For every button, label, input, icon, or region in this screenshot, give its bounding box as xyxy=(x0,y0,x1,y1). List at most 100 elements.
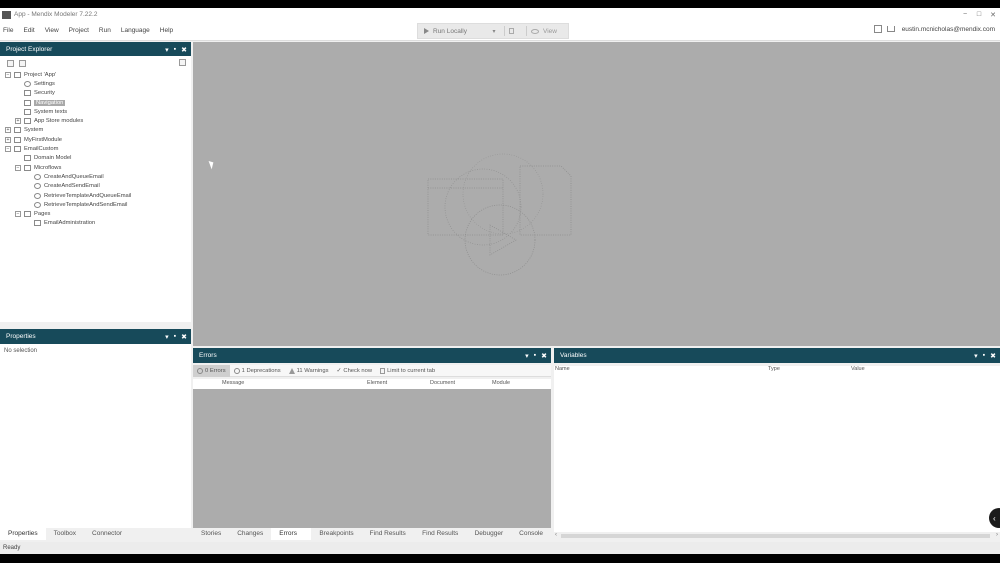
left-dock-tabs: Properties Toolbox Connector xyxy=(0,528,191,540)
tab-connector[interactable]: Connector xyxy=(84,528,130,540)
store-icon xyxy=(24,118,31,125)
column-type[interactable]: Type xyxy=(768,366,780,372)
collapse-icon[interactable]: − xyxy=(5,146,11,153)
scroll-left-icon[interactable]: ‹ xyxy=(555,532,557,538)
tree-item[interactable]: RetrieveTemplateAndSendEmail xyxy=(0,200,191,209)
float-icon[interactable]: ▪ xyxy=(534,352,536,359)
errors-filter-button[interactable]: 0 Errors xyxy=(193,364,230,377)
tab-changes[interactable]: Changes xyxy=(229,528,271,540)
tab-stories[interactable]: Stories xyxy=(193,528,229,540)
tab-debugger[interactable]: Debugger xyxy=(467,528,512,540)
eye-icon xyxy=(531,28,539,34)
menu-help[interactable]: Help xyxy=(160,27,173,34)
module-icon xyxy=(14,136,21,143)
expand-icon[interactable]: + xyxy=(5,127,11,134)
error-icon xyxy=(197,367,203,374)
stop-icon[interactable] xyxy=(509,28,514,34)
menu-project[interactable]: Project xyxy=(69,27,89,34)
collapse-icon[interactable]: − xyxy=(15,211,21,218)
float-icon[interactable]: ▪ xyxy=(174,333,176,340)
menu-file[interactable]: File xyxy=(3,27,13,34)
float-icon[interactable]: ▪ xyxy=(983,352,985,359)
column-element[interactable]: Element xyxy=(367,380,387,386)
tree-item[interactable]: + App Store modules xyxy=(0,116,191,125)
pin-menu-icon[interactable]: ▾ xyxy=(525,352,529,360)
column-module[interactable]: Module xyxy=(492,380,510,386)
filter-icon[interactable] xyxy=(179,59,186,66)
tree-item[interactable]: System texts xyxy=(0,107,191,116)
float-icon[interactable]: ▪ xyxy=(174,46,176,53)
expand-icon[interactable]: + xyxy=(5,136,11,143)
tree-item-label: Navigation xyxy=(34,99,66,106)
editor-area[interactable] xyxy=(193,42,1000,346)
close-panel-icon[interactable]: ✖ xyxy=(541,352,547,360)
tree-item-label: CreateAndSendEmail xyxy=(44,183,100,190)
tree-item[interactable]: − EmailCustom xyxy=(0,144,191,153)
tab-breakpoints[interactable]: Breakpoints xyxy=(311,528,361,540)
tree-item[interactable]: − Microflows xyxy=(0,163,191,172)
check-now-button[interactable]: ✓ Check now xyxy=(333,365,377,377)
tree-item-label: Domain Model xyxy=(34,155,72,162)
run-locally-button[interactable]: Run Locally xyxy=(418,28,488,35)
tab-console[interactable]: Console xyxy=(511,528,551,540)
scrollbar-thumb[interactable] xyxy=(561,534,990,538)
tree-item[interactable]: + MyFirstModule xyxy=(0,135,191,144)
close-panel-icon[interactable]: ✖ xyxy=(181,333,187,341)
tree-item[interactable]: Domain Model xyxy=(0,154,191,163)
close-panel-icon[interactable]: ✖ xyxy=(990,352,996,360)
pin-menu-icon[interactable]: ▾ xyxy=(165,333,169,341)
expand-icon[interactable]: + xyxy=(15,118,21,125)
tab-toolbox[interactable]: Toolbox xyxy=(46,528,84,540)
collapse-icon[interactable]: − xyxy=(15,164,21,171)
warnings-filter-button[interactable]: 11 Warnings xyxy=(285,365,333,377)
account-email[interactable]: eustin.mcnicholas@mendix.com xyxy=(902,26,995,33)
expand-all-icon[interactable] xyxy=(7,59,14,67)
bottom-dock-tabs: Stories Changes Errors (0) Breakpoints F… xyxy=(193,528,551,549)
menu-run[interactable]: Run xyxy=(99,27,111,34)
microflow-icon xyxy=(34,192,41,199)
tree-item[interactable]: Settings xyxy=(0,79,191,88)
collapse-all-icon[interactable] xyxy=(19,59,26,67)
copy-icon[interactable] xyxy=(873,25,882,33)
checkmark-icon: ✓ xyxy=(336,367,342,374)
view-app-button[interactable]: View xyxy=(531,28,557,35)
column-value[interactable]: Value xyxy=(851,366,865,372)
column-message[interactable]: Message xyxy=(222,380,244,386)
collapse-icon[interactable]: − xyxy=(5,71,11,78)
tab-find-results-2[interactable]: Find Results 2 xyxy=(414,528,466,549)
menu-language[interactable]: Language xyxy=(121,27,150,34)
close-panel-icon[interactable]: ✖ xyxy=(181,46,187,54)
tree-item[interactable]: Security xyxy=(0,89,191,98)
limit-to-tab-toggle[interactable]: Limit to current tab xyxy=(376,365,439,377)
scroll-right-icon[interactable]: › xyxy=(996,532,998,538)
deprecations-filter-button[interactable]: 1 Deprecations xyxy=(230,365,285,377)
tree-item[interactable]: RetrieveTemplateAndQueueEmail xyxy=(0,191,191,200)
tree-item[interactable]: EmailAdministration xyxy=(0,219,191,228)
tab-find-results-1[interactable]: Find Results 1 xyxy=(362,528,414,549)
cart-icon[interactable] xyxy=(886,26,895,32)
status-text: Ready xyxy=(3,545,21,551)
tab-errors[interactable]: Errors (0) xyxy=(271,528,312,549)
pin-menu-icon[interactable]: ▾ xyxy=(165,46,169,54)
tree-item-label: RetrieveTemplateAndQueueEmail xyxy=(44,192,132,199)
column-document[interactable]: Document xyxy=(430,380,455,386)
variables-header: Variables ▾ ▪ ✖ xyxy=(554,348,1000,363)
close-window-button[interactable]: ✕ xyxy=(986,8,1000,21)
tree-item-label: Microflows xyxy=(34,164,62,171)
tree-item-label: App Store modules xyxy=(34,118,84,125)
variables-horizontal-scrollbar[interactable]: ‹ › xyxy=(554,532,1000,540)
tree-item[interactable]: − Project 'App' xyxy=(0,70,191,79)
tab-properties[interactable]: Properties xyxy=(0,528,46,540)
menu-edit[interactable]: Edit xyxy=(23,27,34,34)
column-name[interactable]: Name xyxy=(555,366,570,372)
tree-item[interactable]: CreateAndSendEmail xyxy=(0,182,191,191)
tree-item[interactable]: − Pages xyxy=(0,209,191,218)
menu-view[interactable]: View xyxy=(45,27,59,34)
chevron-down-icon[interactable]: ▾ xyxy=(488,28,500,35)
tree-item[interactable]: Navigation xyxy=(0,98,191,107)
tree-item[interactable]: CreateAndQueueEmail xyxy=(0,172,191,181)
maximize-button[interactable]: □ xyxy=(972,8,986,21)
minimize-button[interactable]: − xyxy=(958,8,972,21)
pin-menu-icon[interactable]: ▾ xyxy=(974,352,978,360)
tree-item[interactable]: + System xyxy=(0,126,191,135)
